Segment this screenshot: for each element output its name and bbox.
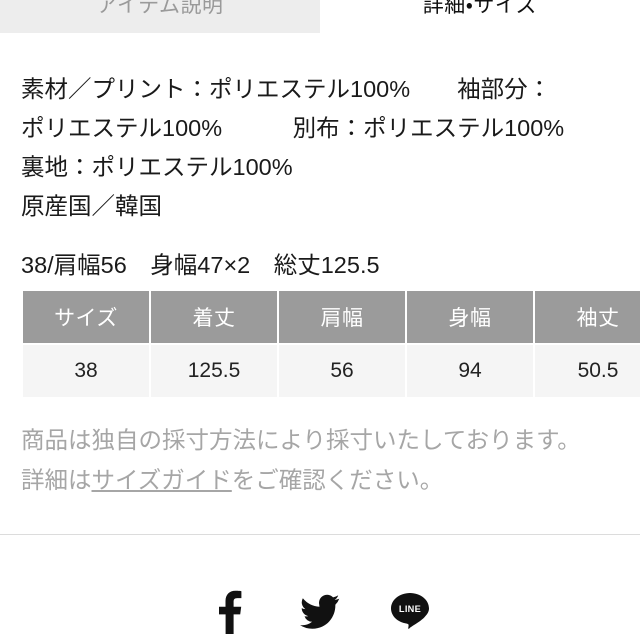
line-share-button[interactable]: LINE — [386, 588, 434, 636]
material-line-4: 原産国／韓国 — [21, 193, 162, 219]
tab-item-description[interactable]: アイテム説明 — [0, 0, 320, 33]
size-table-header-cell: サイズ — [23, 291, 149, 343]
material-description: 素材／プリント：ポリエステル100% 袖部分： ポリエステル100% 別布：ポリ… — [21, 70, 629, 226]
facebook-share-button[interactable] — [206, 588, 254, 636]
size-guide-link[interactable]: サイズガイド — [92, 467, 232, 493]
section-divider — [0, 534, 640, 535]
tab-item-description-label: アイテム説明 — [96, 0, 224, 17]
measurement-summary: 38/肩幅56 身幅47×2 総丈125.5 — [21, 252, 380, 278]
product-detail-tabs: アイテム説明 詳細・サイズ — [0, 0, 640, 33]
measurement-disclaimer: 商品は独自の採寸方法により採寸いたしております。 詳細はサイズガイドをご確認くだ… — [21, 420, 631, 500]
size-table-header-row: サイズ 着丈 肩幅 身幅 袖丈 — [23, 291, 640, 343]
facebook-icon — [217, 590, 243, 634]
tab-details-size-label: 詳細・サイズ — [422, 0, 538, 17]
disclaimer-line-2: 詳細はサイズガイドをご確認ください。 — [21, 460, 631, 500]
line-icon: LINE — [389, 591, 431, 633]
material-line-2: ポリエステル100% 別布：ポリエステル100% — [21, 115, 565, 141]
table-row: 38 125.5 56 94 50.5 — [23, 345, 640, 397]
size-table-cell: 56 — [279, 345, 405, 397]
disclaimer-suffix: をご確認ください。 — [231, 467, 444, 493]
size-table-cell: 50.5 — [535, 345, 640, 397]
size-table-header-cell: 肩幅 — [279, 291, 405, 343]
tab-details-size[interactable]: 詳細・サイズ — [320, 0, 640, 33]
twitter-icon — [300, 594, 340, 630]
size-table-header-cell: 着丈 — [151, 291, 277, 343]
social-share-row: LINE — [0, 588, 640, 640]
size-table-header-cell: 身幅 — [407, 291, 533, 343]
size-table-cell: 38 — [23, 345, 149, 397]
size-table-cell: 125.5 — [151, 345, 277, 397]
size-table-cell: 94 — [407, 345, 533, 397]
size-table-header-cell: 袖丈 — [535, 291, 640, 343]
svg-text:LINE: LINE — [399, 604, 421, 614]
size-table: サイズ 着丈 肩幅 身幅 袖丈 38 125.5 56 94 50.5 — [21, 289, 640, 399]
material-line-1: 素材／プリント：ポリエステル100% 袖部分： — [21, 76, 552, 102]
disclaimer-line-1: 商品は独自の採寸方法により採寸いたしております。 — [21, 427, 581, 453]
material-line-3: 裏地：ポリエステル100% — [21, 154, 293, 180]
twitter-share-button[interactable] — [296, 588, 344, 636]
disclaimer-prefix: 詳細は — [21, 467, 92, 493]
